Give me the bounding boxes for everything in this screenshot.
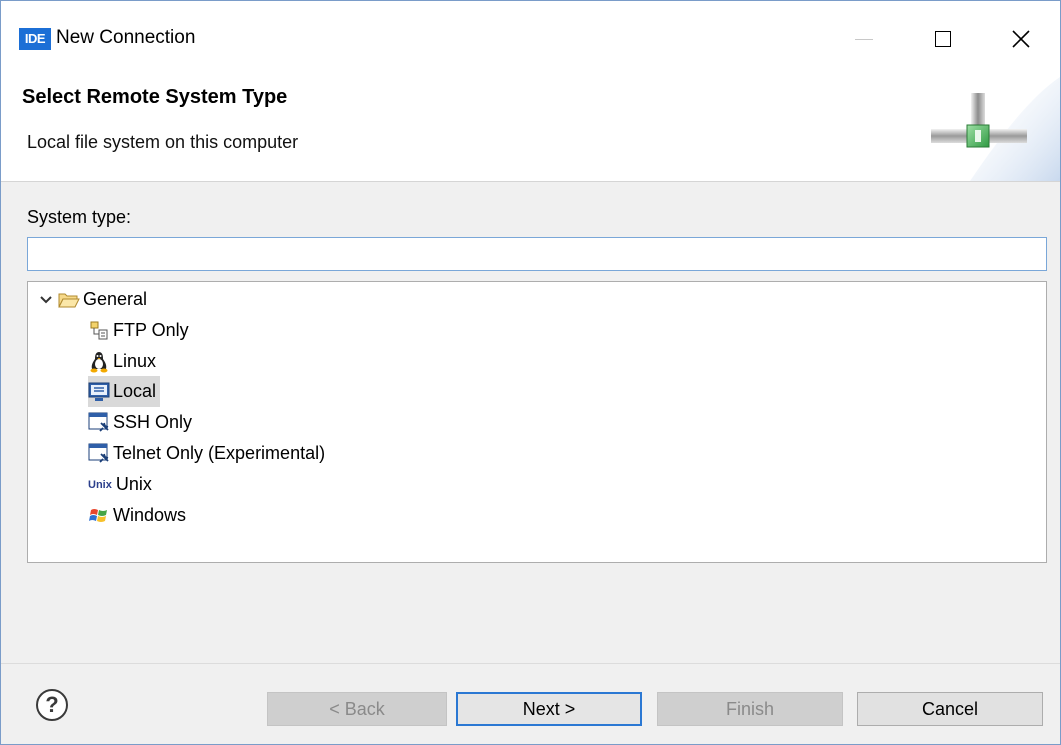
- system-type-tree[interactable]: General FTP Only Linux Local SSH Only Te…: [27, 281, 1047, 563]
- tree-node-general[interactable]: General: [38, 284, 147, 315]
- wizard-banner: Select Remote System Type Local file sys…: [1, 77, 1060, 182]
- tree-item-linux[interactable]: Linux: [88, 346, 156, 377]
- ssh-terminal-icon: [88, 412, 110, 434]
- tree-item-ftp-only[interactable]: FTP Only: [88, 315, 189, 346]
- title-bar: IDE New Connection: [1, 1, 1060, 77]
- tree-item-label: SSH Only: [113, 412, 193, 432]
- window-title: New Connection: [56, 27, 196, 48]
- linux-penguin-icon: [88, 351, 110, 373]
- chevron-down-icon[interactable]: [38, 289, 54, 311]
- tree-item-label: FTP Only: [113, 320, 189, 340]
- page-description: Local file system on this computer: [27, 132, 299, 152]
- tree-node-label: General: [83, 289, 148, 309]
- new-connection-dialog: IDE New Connection Select Remote System …: [0, 0, 1061, 745]
- minimize-icon: [855, 38, 873, 40]
- tree-item-telnet-only[interactable]: Telnet Only (Experimental): [88, 438, 325, 469]
- maximize-button[interactable]: [923, 21, 963, 57]
- tree-item-windows[interactable]: Windows: [88, 500, 186, 531]
- tree-item-label: Local: [113, 381, 157, 401]
- minimize-button[interactable]: [844, 21, 884, 57]
- tree-item-ssh-only[interactable]: SSH Only: [88, 407, 192, 438]
- cancel-button[interactable]: Cancel: [857, 692, 1043, 726]
- tree-item-label: Windows: [113, 505, 187, 525]
- telnet-terminal-icon: [88, 443, 110, 465]
- open-folder-icon: [58, 289, 80, 311]
- ftp-icon: [88, 320, 110, 342]
- help-button[interactable]: ?: [36, 689, 68, 721]
- tree-item-unix[interactable]: Unix Unix: [88, 469, 152, 500]
- windows-icon: [88, 505, 110, 527]
- next-button[interactable]: Next >: [456, 692, 642, 726]
- finish-button[interactable]: Finish: [657, 692, 843, 726]
- tree-item-label: Unix: [115, 474, 152, 494]
- connection-connector-icon: [931, 93, 1027, 148]
- close-icon: [1012, 30, 1030, 48]
- page-title: Select Remote System Type: [22, 86, 288, 108]
- tree-item-label: Telnet Only (Experimental): [113, 443, 326, 463]
- tree-item-local[interactable]: Local: [88, 376, 161, 407]
- footer-separator: [1, 663, 1060, 664]
- close-button[interactable]: [1001, 21, 1041, 57]
- system-type-label: System type:: [27, 207, 132, 227]
- local-computer-icon: [88, 381, 110, 403]
- ide-app-icon: IDE: [19, 28, 51, 50]
- unix-icon: Unix: [88, 478, 112, 491]
- maximize-icon: [935, 31, 951, 47]
- back-button[interactable]: < Back: [267, 692, 447, 726]
- system-type-filter-input[interactable]: [27, 237, 1047, 271]
- tree-item-label: Linux: [113, 351, 157, 371]
